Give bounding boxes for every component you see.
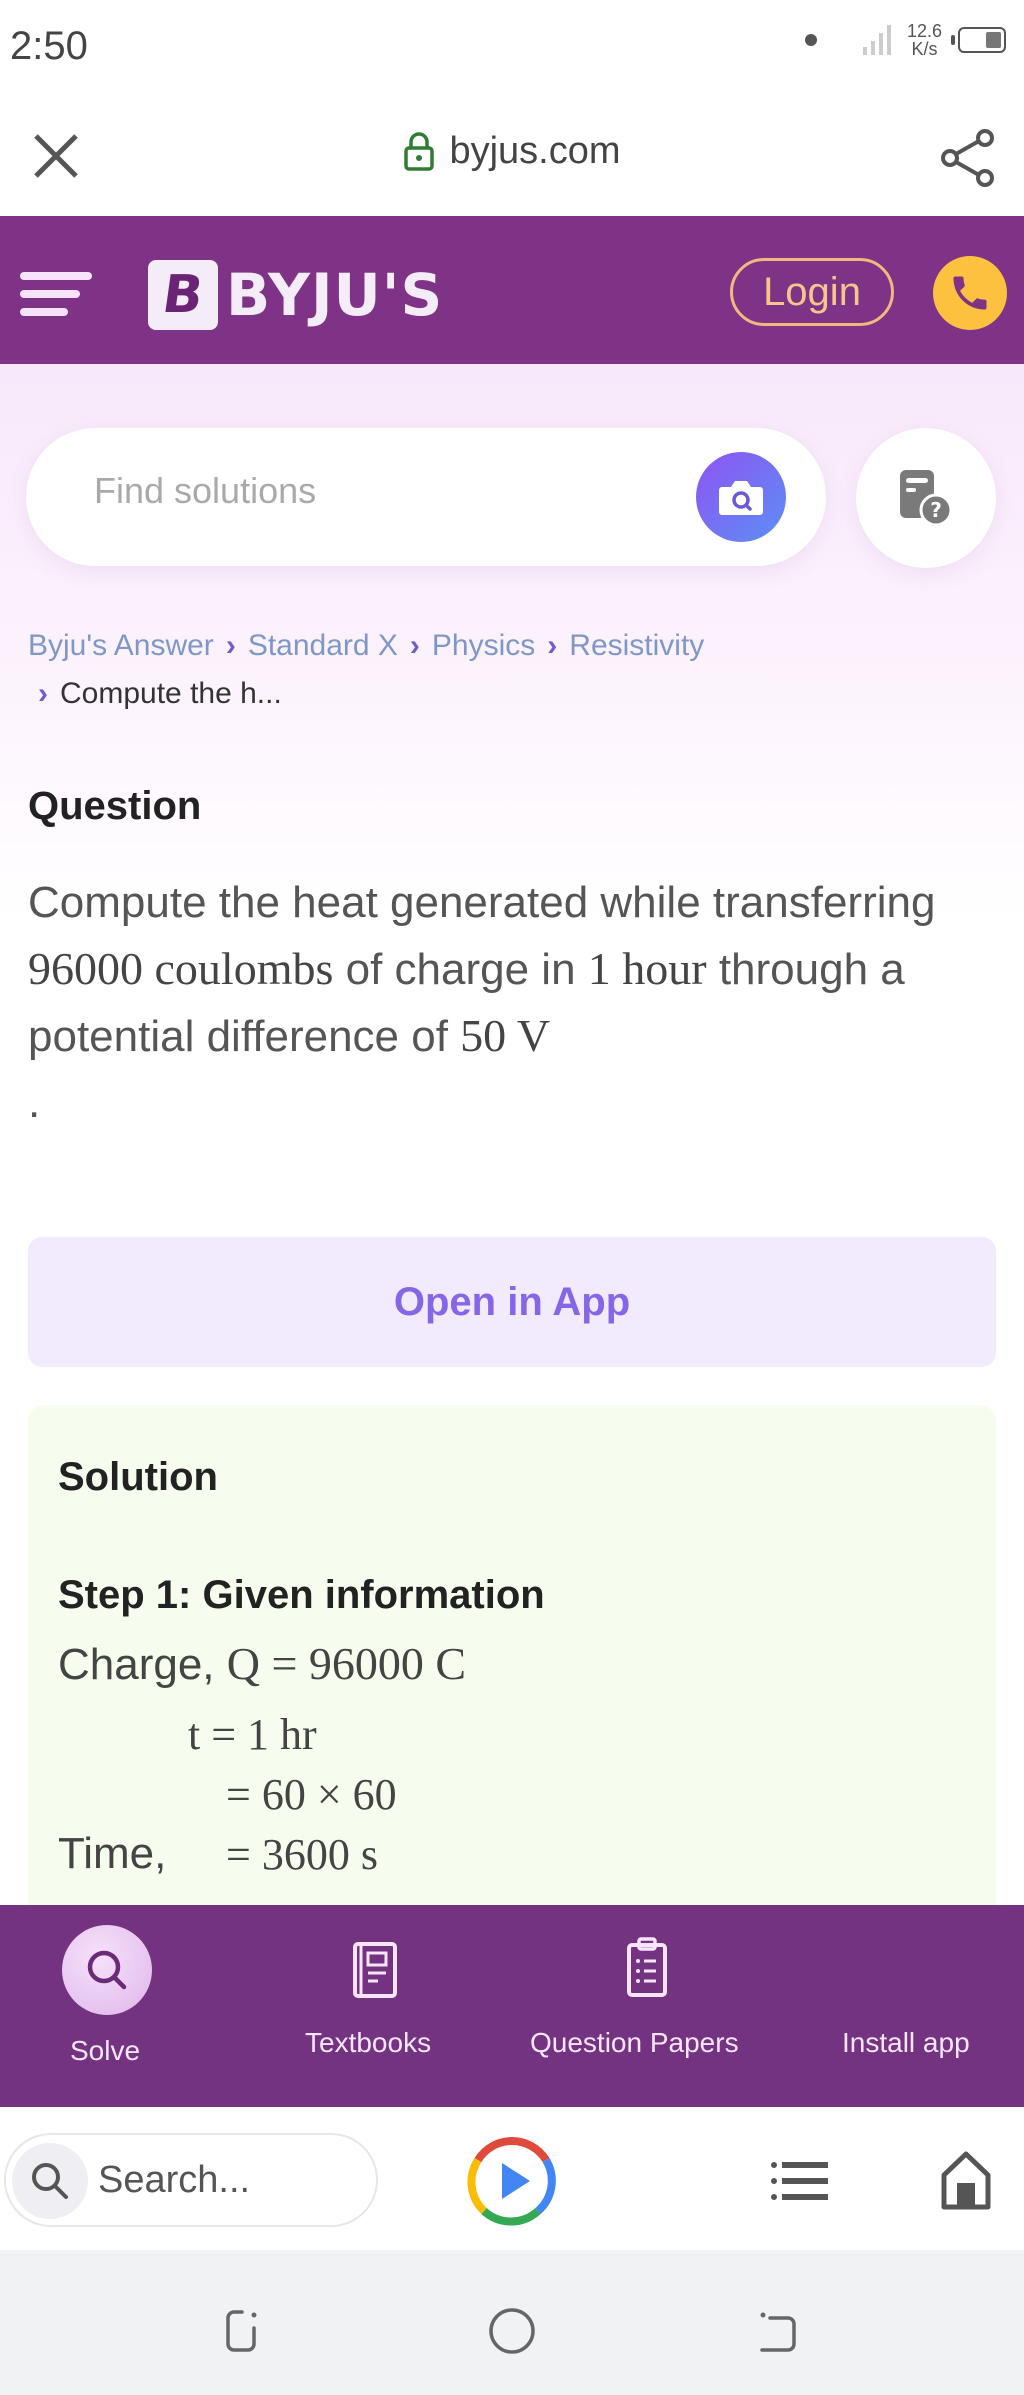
list-icon[interactable] <box>770 2159 830 2203</box>
nav-label: Solve <box>70 2035 141 2066</box>
time-label: Time, <box>58 1829 167 1878</box>
breadcrumb: Byju's Answer › Standard X › Physics › Resisti… <box>28 622 1008 718</box>
math-time: 1 hour <box>587 943 707 994</box>
charge-label: Charge, <box>58 1640 227 1689</box>
lock-icon <box>404 131 435 171</box>
breadcrumb-current: Compute the h... <box>60 677 282 710</box>
search-icon <box>87 1950 127 1990</box>
breadcrumb-item-physics[interactable]: Physics <box>432 629 535 662</box>
breadcrumb-item-resistivity[interactable]: Resistivity <box>569 629 704 662</box>
step-heading: Step 1: Given information <box>58 1573 545 1617</box>
nav-label: Textbooks <box>305 2027 432 2058</box>
home-circle-icon[interactable] <box>487 2306 537 2356</box>
find-solutions-search <box>26 428 826 566</box>
browser-bottom-toolbar <box>0 2107 1024 2250</box>
browser-search-input[interactable] <box>98 2159 358 2202</box>
login-button[interactable]: Login <box>730 258 894 326</box>
nav-label: Install app <box>842 2027 970 2058</box>
charge-line: Charge, Q = 96000 C <box>58 1637 466 1690</box>
math-charge: 96000 coulombs <box>28 943 334 994</box>
nav-item-question-papers[interactable]: Question Papers <box>520 1905 770 2107</box>
nav-label: Question Papers <box>530 2027 739 2058</box>
question-paper-icon: ? <box>900 470 953 527</box>
nav-item-install-app[interactable]: Install app <box>830 1905 1024 2107</box>
status-indicators: 12.6 K/s <box>804 22 1006 58</box>
question-text-part: Compute the heat generated while transfe… <box>28 878 936 927</box>
phone-icon <box>953 276 987 310</box>
url-display[interactable]: byjus.com <box>0 130 1024 173</box>
battery-level <box>985 32 1001 48</box>
open-in-app-button[interactable]: Open in App <box>28 1237 996 1367</box>
breadcrumb-item-standard-x[interactable]: Standard X <box>248 629 398 662</box>
breadcrumb-item-byjus-answer[interactable]: Byju's Answer <box>28 629 214 662</box>
status-time: 2:50 <box>10 24 88 68</box>
question-text-period: . <box>28 1078 41 1127</box>
net-speed: 12.6 K/s <box>907 22 942 58</box>
camera-search-button[interactable] <box>696 452 786 542</box>
question-text-part: of charge in <box>333 945 588 994</box>
call-button[interactable] <box>933 256 1007 330</box>
hamburger-icon[interactable] <box>20 272 92 318</box>
time-equation-line-3: = 3600 s <box>226 1830 378 1879</box>
battery-icon <box>951 27 1006 53</box>
signal-icon <box>862 25 891 55</box>
search-icon <box>32 2163 68 2199</box>
site-bottom-nav: Solve Textbooks Question Papers Install … <box>0 1905 1024 2107</box>
time-equation-line-2: = 60 × 60 <box>226 1770 397 1819</box>
byjus-logo[interactable]: B BYJU'S <box>148 260 443 330</box>
chevron-right-icon: › <box>225 629 236 662</box>
camera-search-icon <box>719 481 763 515</box>
question-papers-button[interactable]: ? <box>856 428 996 568</box>
android-nav-bar <box>0 2250 1024 2395</box>
logo-text: BYJU'S <box>226 261 444 329</box>
solution-card: Solution Step 1: Given information Charg… <box>28 1405 996 1925</box>
textbook-icon <box>353 1942 397 1998</box>
charge-math: Q = 96000 C <box>226 1638 467 1689</box>
math-voltage: 50 V <box>460 1010 551 1061</box>
chevron-right-icon: › <box>38 677 48 710</box>
search-input[interactable] <box>94 470 654 512</box>
question-text: Compute the heat generated while transfe… <box>28 870 1008 1136</box>
play-icon[interactable] <box>466 2135 558 2227</box>
net-speed-unit: K/s <box>911 39 938 59</box>
net-speed-value: 12.6 <box>906 21 942 41</box>
svg-text:?: ? <box>930 498 942 522</box>
url-domain: byjus.com <box>449 130 621 172</box>
site-header: B BYJU'S Login <box>0 216 1024 364</box>
chevron-right-icon: › <box>547 629 558 662</box>
browser-search-box[interactable] <box>4 2133 378 2227</box>
browser-url-bar: byjus.com <box>0 100 1024 216</box>
chevron-right-icon: › <box>409 629 420 662</box>
status-bar: 2:50 12.6 K/s <box>0 0 1024 100</box>
question-heading: Question <box>28 784 202 828</box>
search-icon-wrap <box>12 2143 88 2219</box>
solve-icon-circle <box>62 1925 152 2015</box>
back-icon[interactable] <box>752 2306 802 2356</box>
clipboard-icon <box>627 1937 667 1997</box>
recents-icon[interactable] <box>222 2306 272 2356</box>
nav-item-solve[interactable]: Solve <box>0 1905 216 2107</box>
logo-mark: B <box>148 260 218 330</box>
time-equation-line-1: t = 1 hr <box>188 1710 317 1759</box>
notification-dot-icon <box>804 34 817 46</box>
nav-item-textbooks[interactable]: Textbooks <box>280 1905 470 2107</box>
share-icon[interactable] <box>938 128 998 188</box>
solution-heading: Solution <box>58 1455 218 1499</box>
home-icon[interactable] <box>940 2151 992 2211</box>
